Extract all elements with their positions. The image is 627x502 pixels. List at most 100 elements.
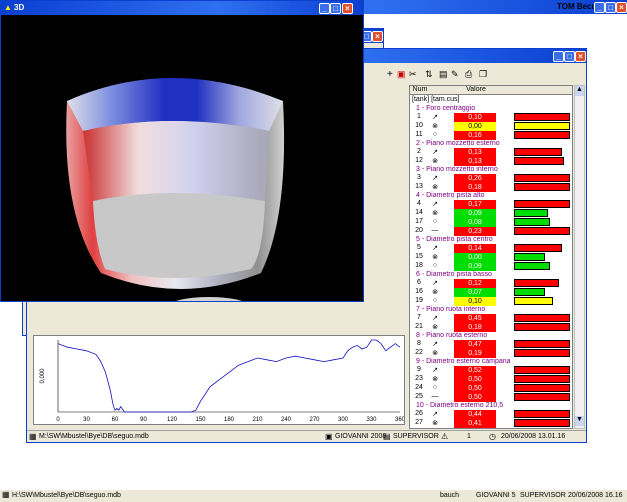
row-state-icon: ↗ (432, 280, 438, 287)
table-row[interactable]: 5 ↗ 0,14 (410, 244, 572, 253)
save-icon[interactable]: ▣ (397, 69, 406, 80)
row-bar (514, 262, 550, 270)
table-row[interactable]: 2 ↗ 0,13 (410, 148, 572, 157)
table-row[interactable]: 14 ⊗ 0,09 (410, 209, 572, 218)
table-row[interactable]: 10 ⊗ 0,00 (410, 122, 572, 131)
row-state-icon: ⊗ (432, 158, 438, 165)
table-row[interactable]: 9 ↗ 0,52 (410, 366, 572, 375)
table-row[interactable]: 17 ○ 0,08 (410, 218, 572, 227)
x-tick-label: 300 (338, 417, 349, 423)
table-row[interactable]: 15 ⊗ 0,00 (410, 253, 572, 262)
table-row[interactable]: 1 ↗ 0,10 (410, 113, 572, 122)
table-row[interactable]: 4 ↗ 0,17 (410, 200, 572, 209)
app-minimize-button[interactable]: _ (594, 2, 605, 13)
row-num: 9 (417, 366, 421, 373)
row-value: 0,45 (454, 314, 496, 323)
row-value: 0,00 (454, 122, 496, 131)
row-state-icon: ⊗ (432, 420, 438, 427)
edit-icon[interactable]: ✎ (451, 69, 459, 80)
row-state-icon: ○ (432, 218, 438, 225)
table-row[interactable]: 6 ↗ 0,12 (410, 279, 572, 288)
status-count: 1 (467, 433, 471, 440)
row-num: 18 (415, 262, 423, 269)
main-statusbar: ▦ M:\SW\Mbustel\Bye\DB\seguo.mdb ▣ GIOVA… (27, 430, 586, 442)
scroll-down-icon[interactable]: ▼ (575, 416, 584, 426)
scroll-up-icon[interactable]: ▲ (575, 86, 584, 96)
main-window-maximize-button[interactable]: □ (564, 51, 575, 62)
sort-icon[interactable]: ⇅ (425, 69, 433, 80)
row-bar (514, 314, 570, 322)
row-num: 15 (415, 253, 423, 260)
chart-window-close-button[interactable]: × (372, 31, 383, 42)
window-3d-title: 3D (14, 3, 25, 12)
row-num: 26 (415, 410, 423, 417)
clock-icon: ◷ (489, 432, 496, 441)
x-tick-label: 30 (83, 417, 90, 423)
database-icon: ▦ (29, 432, 37, 441)
table-row[interactable]: 19 ○ 0,10 (410, 297, 572, 306)
row-num: 19 (415, 297, 423, 304)
row-bar (514, 253, 545, 261)
table-scrollbar[interactable]: ▲ ▼ (574, 85, 585, 429)
row-state-icon: ↗ (432, 149, 438, 156)
section-title: 5 - Diametro pista centro (416, 236, 493, 243)
table-row[interactable]: 26 ↗ 0,44 (410, 410, 572, 419)
measure-table: Num Valore [tank] [tam.cus] 1 - Foro cen… (409, 85, 573, 429)
app-maximize-button[interactable]: □ (605, 2, 616, 13)
main-window-close-button[interactable]: × (575, 51, 586, 62)
table-row[interactable]: 27 ⊗ 0,41 (410, 419, 572, 428)
row-state-icon: ⊗ (432, 350, 438, 357)
row-state-icon: ⊗ (432, 210, 438, 217)
col-num-header: Num (412, 86, 428, 93)
x-tick-label: 0 (56, 417, 60, 423)
cut-icon[interactable]: ✂ (409, 69, 417, 80)
row-num: 13 (415, 183, 423, 190)
print-icon[interactable]: ⎙ (465, 69, 472, 80)
table-row[interactable]: 25 — 0,50 (410, 393, 572, 402)
row-num: 17 (415, 218, 423, 225)
chart-icon[interactable]: ▤ (439, 69, 448, 80)
row-value: 0,07 (454, 288, 496, 297)
row-num: 12 (415, 157, 423, 164)
table-row[interactable]: 3 ↗ 0,26 (410, 174, 572, 183)
row-value: 0,08 (454, 218, 496, 227)
window-3d-titlebar[interactable]: ▲ 3D _ □ × (1, 1, 363, 15)
copy-icon[interactable]: ❐ (479, 69, 487, 80)
window-3d-close-button[interactable]: × (342, 3, 353, 14)
table-row[interactable]: 16 ⊗ 0,07 (410, 288, 572, 297)
section-title: 8 - Piano ruota esterno (416, 332, 488, 339)
main-window-minimize-button[interactable]: _ (553, 51, 564, 62)
row-bar (514, 410, 570, 418)
row-value: 0,09 (454, 262, 496, 271)
table-row[interactable]: 8 ↗ 0,47 (410, 340, 572, 349)
app-close-button[interactable]: × (616, 2, 627, 13)
window-3d-minimize-button[interactable]: _ (319, 3, 330, 14)
table-row[interactable]: 20 — 0,23 (410, 227, 572, 236)
row-state-icon: ↗ (432, 315, 438, 322)
table-row[interactable]: 23 ⊗ 0,50 (410, 375, 572, 384)
x-tick-label: 270 (309, 417, 320, 423)
row-num: 11 (415, 131, 423, 138)
section-title: 2 - Piano mozzetto esterno (416, 140, 500, 147)
row-num: 7 (417, 314, 421, 321)
row-state-icon: ○ (432, 384, 438, 391)
table-row[interactable]: 7 ↗ 0,45 (410, 314, 572, 323)
table-row[interactable]: 11 ○ 0,16 (410, 131, 572, 140)
table-row[interactable]: 22 ⊗ 0,19 (410, 349, 572, 358)
section-title: 1 - Foro centraggio (416, 105, 476, 112)
table-row[interactable]: 18 ○ 0,09 (410, 262, 572, 271)
table-row[interactable]: 13 ⊗ 0,18 (410, 183, 572, 192)
add-icon[interactable]: + (387, 69, 393, 80)
row-bar (514, 419, 570, 427)
table-row[interactable]: 24 ○ 0,50 (410, 384, 572, 393)
3d-surface-view[interactable] (1, 15, 363, 301)
table-row[interactable]: 12 ⊗ 0,13 (410, 157, 572, 166)
row-bar (514, 200, 570, 208)
row-num: 10 (415, 122, 423, 129)
table-row[interactable]: 21 ⊗ 0,18 (410, 323, 572, 332)
row-num: 14 (415, 209, 423, 216)
row-bar (514, 157, 564, 165)
window-3d-maximize-button[interactable]: □ (330, 3, 341, 14)
row-bar (514, 131, 570, 139)
row-bar (514, 174, 570, 182)
